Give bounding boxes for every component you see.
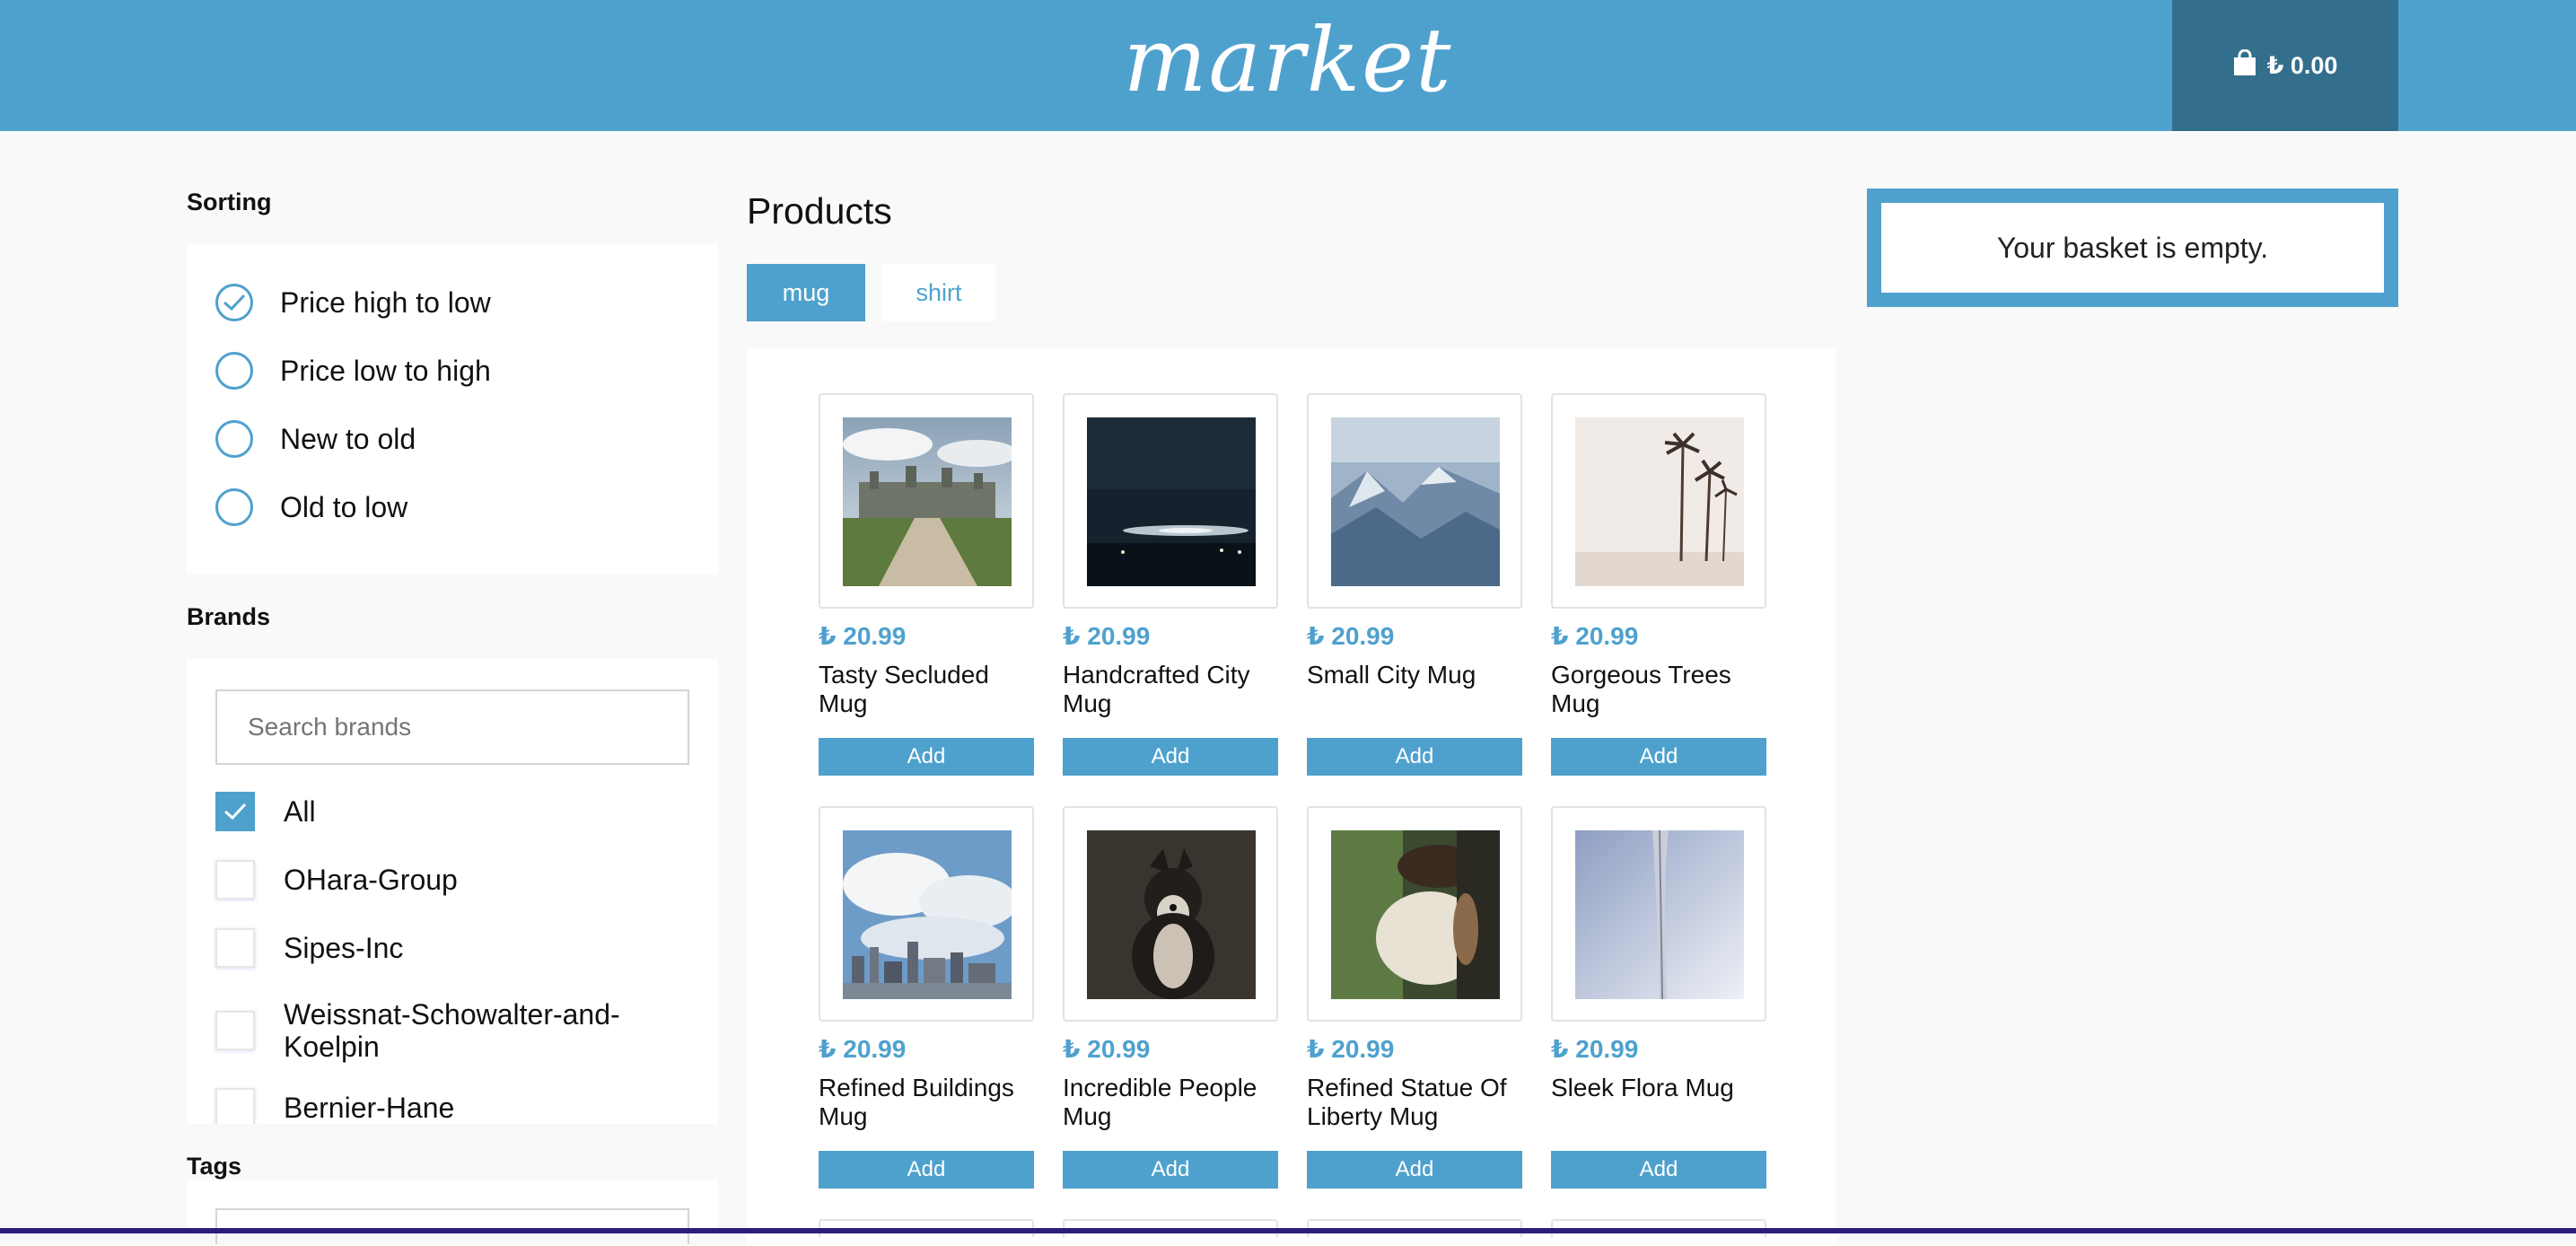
radio-icon[interactable] [215,420,253,458]
product-name[interactable]: Refined Buildings Mug [819,1074,1034,1131]
tags-title: Tags [187,1153,242,1180]
mountains-photo [1331,417,1500,586]
basket-total: ₺ 0.00 [2266,51,2338,79]
castle-photo [843,417,1012,586]
palm-trees-photo [1575,417,1744,586]
add-button[interactable]: Add [1063,738,1278,776]
brands-panel: All OHara-Group Sipes-Inc Weissnat-Schow… [187,659,718,1124]
radio-icon[interactable] [215,488,253,526]
product-thumbnail[interactable] [819,806,1034,1022]
radio-checked-icon[interactable] [215,284,253,321]
add-button[interactable]: Add [1551,738,1766,776]
checkbox-icon[interactable] [215,1088,255,1124]
sort-option-price-low-high[interactable]: Price low to high [215,352,491,390]
tab-shirt[interactable]: shirt [881,264,996,321]
search-brands-input[interactable] [215,689,689,765]
add-button[interactable]: Add [1551,1151,1766,1189]
sort-option-new-old[interactable]: New to old [215,420,416,458]
tab-mug[interactable]: mug [747,264,865,321]
product-price: ₺ 20.99 [1551,1035,1639,1063]
product-name[interactable]: Sleek Flora Mug [1551,1074,1766,1102]
brand-label: Bernier-Hane [284,1091,455,1124]
product-name[interactable]: Gorgeous Trees Mug [1551,661,1766,718]
sorting-title: Sorting [187,189,272,215]
product-price: ₺ 20.99 [1307,1035,1395,1063]
product-price: ₺ 20.99 [1063,622,1151,650]
product-name[interactable]: Handcrafted City Mug [1063,661,1278,718]
basket-button[interactable]: ₺ 0.00 [2172,0,2398,131]
add-button[interactable]: Add [819,1151,1034,1189]
product-price: ₺ 20.99 [819,622,907,650]
product-thumbnail[interactable] [1307,806,1522,1022]
sort-option-label: Old to low [280,490,408,523]
product-grid: ₺ 20.99 Tasty Secluded Mug Add ₺ 20.99 H… [747,348,1836,1246]
brand-item-ohara-group[interactable]: OHara-Group [215,860,458,899]
product-name[interactable]: Refined Statue Of Liberty Mug [1307,1074,1522,1131]
shopping-bag-icon [2233,48,2256,83]
window-bottom-edge [0,1228,2576,1233]
brand-label: Weissnat-Schowalter-and-Koelpin [284,998,620,1063]
radio-icon[interactable] [215,352,253,390]
brand-label: Sipes-Inc [284,931,404,964]
product-thumbnail[interactable] [1307,393,1522,609]
driver-photo [1331,830,1500,999]
brands-title: Brands [187,603,271,630]
product-price: ₺ 20.99 [1063,1035,1151,1063]
basket-empty-message: Your basket is empty. [1881,203,2384,293]
brand-item-bernier-hane[interactable]: Bernier-Hane [215,1088,454,1124]
product-name[interactable]: Tasty Secluded Mug [819,661,1034,718]
add-button[interactable]: Add [1307,738,1522,776]
basket-panel: Your basket is empty. [1867,189,2398,307]
product-price: ₺ 20.99 [819,1035,907,1063]
product-thumbnail[interactable] [1551,393,1766,609]
product-name[interactable]: Small City Mug [1307,661,1522,689]
arch-photo [1575,830,1744,999]
sort-option-label: New to old [280,422,416,455]
product-thumbnail[interactable] [1063,806,1278,1022]
sorting-panel: Price high to low Price low to high New … [187,244,718,575]
search-tags-input[interactable] [215,1208,689,1244]
brand-label: OHara-Group [284,863,458,896]
add-button[interactable]: Add [1307,1151,1522,1189]
dog-photo [1087,830,1256,999]
skyline-photo [843,830,1012,999]
checkbox-checked-icon[interactable] [215,792,255,831]
brand-item-sipes-inc[interactable]: Sipes-Inc [215,928,403,968]
checkbox-icon[interactable] [215,928,255,968]
sort-option-price-high-low[interactable]: Price high to low [215,284,491,321]
night-city-photo [1087,417,1256,586]
product-name[interactable]: Incredible People Mug [1063,1074,1278,1131]
sort-option-old-low[interactable]: Old to low [215,488,407,526]
product-thumbnail[interactable] [819,393,1034,609]
add-button[interactable]: Add [1063,1151,1278,1189]
product-price: ₺ 20.99 [1551,622,1639,650]
checkbox-icon[interactable] [215,860,255,899]
header-bar: market ₺ 0.00 [0,0,2576,131]
product-thumbnail[interactable] [1551,806,1766,1022]
brand-label: All [284,794,316,828]
checkbox-icon[interactable] [215,1011,255,1050]
brand-item-all[interactable]: All [215,792,316,831]
products-title: Products [747,190,892,232]
product-thumbnail[interactable] [1063,393,1278,609]
sort-option-label: Price low to high [280,354,491,387]
tags-panel [187,1180,718,1244]
brand-item-weissnat[interactable]: Weissnat-Schowalter-and-Koelpin [215,998,661,1063]
sort-option-label: Price high to low [280,285,491,319]
add-button[interactable]: Add [819,738,1034,776]
product-price: ₺ 20.99 [1307,622,1395,650]
